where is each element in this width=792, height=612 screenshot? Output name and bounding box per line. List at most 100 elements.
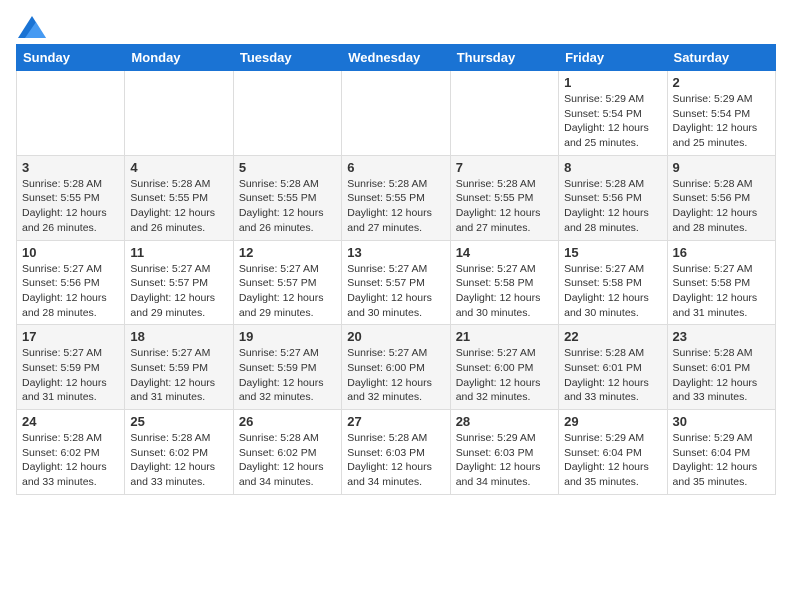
day-number: 26 [239, 414, 336, 429]
day-number: 2 [673, 75, 770, 90]
calendar-cell: 23 Sunrise: 5:28 AM Sunset: 6:01 PM Dayli… [667, 325, 775, 410]
day-info: Sunrise: 5:28 AM Sunset: 5:55 PM Dayligh… [347, 177, 444, 236]
day-number: 13 [347, 245, 444, 260]
weekday-header: Saturday [667, 45, 775, 71]
day-info: Sunrise: 5:27 AM Sunset: 6:00 PM Dayligh… [347, 346, 444, 405]
day-info: Sunrise: 5:29 AM Sunset: 6:04 PM Dayligh… [564, 431, 661, 490]
day-number: 30 [673, 414, 770, 429]
day-info: Sunrise: 5:28 AM Sunset: 5:55 PM Dayligh… [456, 177, 553, 236]
day-info: Sunrise: 5:28 AM Sunset: 5:55 PM Dayligh… [130, 177, 227, 236]
day-info: Sunrise: 5:28 AM Sunset: 5:55 PM Dayligh… [239, 177, 336, 236]
day-number: 19 [239, 329, 336, 344]
day-info: Sunrise: 5:28 AM Sunset: 6:03 PM Dayligh… [347, 431, 444, 490]
calendar-cell: 4 Sunrise: 5:28 AM Sunset: 5:55 PM Daylig… [125, 155, 233, 240]
day-number: 4 [130, 160, 227, 175]
day-info: Sunrise: 5:28 AM Sunset: 6:01 PM Dayligh… [673, 346, 770, 405]
calendar-cell: 21Sunrise: 5:27 AM Sunset: 6:00 PM Dayli… [450, 325, 558, 410]
calendar-cell: 22 Sunrise: 5:28 AM Sunset: 6:01 PM Dayli… [559, 325, 667, 410]
page-header [16, 16, 776, 34]
calendar-week-row: 24 Sunrise: 5:28 AM Sunset: 6:02 PM Dayli… [17, 410, 776, 495]
calendar-cell: 17 Sunrise: 5:27 AM Sunset: 5:59 PM Dayli… [17, 325, 125, 410]
calendar-table: SundayMondayTuesdayWednesdayThursdayFrid… [16, 44, 776, 495]
logo-icon [18, 16, 46, 38]
weekday-header: Friday [559, 45, 667, 71]
calendar-cell: 25 Sunrise: 5:28 AM Sunset: 6:02 PM Dayli… [125, 410, 233, 495]
day-number: 18 [130, 329, 227, 344]
day-number: 1 [564, 75, 661, 90]
day-number: 9 [673, 160, 770, 175]
day-info: Sunrise: 5:27 AM Sunset: 5:57 PM Dayligh… [239, 262, 336, 321]
day-number: 11 [130, 245, 227, 260]
day-number: 8 [564, 160, 661, 175]
calendar-header-row: SundayMondayTuesdayWednesdayThursdayFrid… [17, 45, 776, 71]
day-number: 25 [130, 414, 227, 429]
day-info: Sunrise: 5:28 AM Sunset: 5:56 PM Dayligh… [673, 177, 770, 236]
day-number: 17 [22, 329, 119, 344]
day-number: 12 [239, 245, 336, 260]
weekday-header: Monday [125, 45, 233, 71]
weekday-header: Thursday [450, 45, 558, 71]
calendar-cell: 9 Sunrise: 5:28 AM Sunset: 5:56 PM Daylig… [667, 155, 775, 240]
day-number: 28 [456, 414, 553, 429]
calendar-cell: 3 Sunrise: 5:28 AM Sunset: 5:55 PM Daylig… [17, 155, 125, 240]
calendar-cell [450, 71, 558, 156]
calendar-cell: 27Sunrise: 5:28 AM Sunset: 6:03 PM Dayli… [342, 410, 450, 495]
calendar-cell: 26 Sunrise: 5:28 AM Sunset: 6:02 PM Dayli… [233, 410, 341, 495]
calendar-cell: 8 Sunrise: 5:28 AM Sunset: 5:56 PM Daylig… [559, 155, 667, 240]
calendar-cell: 28 Sunrise: 5:29 AM Sunset: 6:03 PM Dayli… [450, 410, 558, 495]
day-info: Sunrise: 5:27 AM Sunset: 5:58 PM Dayligh… [673, 262, 770, 321]
day-info: Sunrise: 5:28 AM Sunset: 6:02 PM Dayligh… [130, 431, 227, 490]
calendar-cell: 2 Sunrise: 5:29 AM Sunset: 5:54 PM Daylig… [667, 71, 775, 156]
day-number: 20 [347, 329, 444, 344]
calendar-cell: 29 Sunrise: 5:29 AM Sunset: 6:04 PM Dayli… [559, 410, 667, 495]
day-info: Sunrise: 5:27 AM Sunset: 5:59 PM Dayligh… [22, 346, 119, 405]
day-info: Sunrise: 5:29 AM Sunset: 6:03 PM Dayligh… [456, 431, 553, 490]
day-number: 6 [347, 160, 444, 175]
day-info: Sunrise: 5:29 AM Sunset: 5:54 PM Dayligh… [564, 92, 661, 151]
weekday-header: Wednesday [342, 45, 450, 71]
calendar-cell: 12 Sunrise: 5:27 AM Sunset: 5:57 PM Dayli… [233, 240, 341, 325]
day-number: 3 [22, 160, 119, 175]
calendar-cell [125, 71, 233, 156]
calendar-cell: 19Sunrise: 5:27 AM Sunset: 5:59 PM Dayli… [233, 325, 341, 410]
day-number: 24 [22, 414, 119, 429]
logo [16, 16, 46, 34]
calendar-week-row: 17 Sunrise: 5:27 AM Sunset: 5:59 PM Dayli… [17, 325, 776, 410]
day-info: Sunrise: 5:29 AM Sunset: 6:04 PM Dayligh… [673, 431, 770, 490]
day-info: Sunrise: 5:28 AM Sunset: 6:02 PM Dayligh… [22, 431, 119, 490]
day-number: 23 [673, 329, 770, 344]
day-number: 22 [564, 329, 661, 344]
day-info: Sunrise: 5:29 AM Sunset: 5:54 PM Dayligh… [673, 92, 770, 151]
day-info: Sunrise: 5:28 AM Sunset: 5:55 PM Dayligh… [22, 177, 119, 236]
day-info: Sunrise: 5:28 AM Sunset: 6:02 PM Dayligh… [239, 431, 336, 490]
calendar-cell: 5Sunrise: 5:28 AM Sunset: 5:55 PM Daylig… [233, 155, 341, 240]
calendar-cell [233, 71, 341, 156]
weekday-header: Sunday [17, 45, 125, 71]
calendar-cell: 1 Sunrise: 5:29 AM Sunset: 5:54 PM Daylig… [559, 71, 667, 156]
day-number: 21 [456, 329, 553, 344]
day-number: 7 [456, 160, 553, 175]
calendar-cell: 15Sunrise: 5:27 AM Sunset: 5:58 PM Dayli… [559, 240, 667, 325]
calendar-week-row: 3 Sunrise: 5:28 AM Sunset: 5:55 PM Daylig… [17, 155, 776, 240]
calendar-cell: 14Sunrise: 5:27 AM Sunset: 5:58 PM Dayli… [450, 240, 558, 325]
day-info: Sunrise: 5:27 AM Sunset: 5:58 PM Dayligh… [564, 262, 661, 321]
calendar-cell: 7 Sunrise: 5:28 AM Sunset: 5:55 PM Daylig… [450, 155, 558, 240]
calendar-cell: 30 Sunrise: 5:29 AM Sunset: 6:04 PM Dayli… [667, 410, 775, 495]
calendar-week-row: 10Sunrise: 5:27 AM Sunset: 5:56 PM Dayli… [17, 240, 776, 325]
calendar-cell: 18 Sunrise: 5:27 AM Sunset: 5:59 PM Dayli… [125, 325, 233, 410]
day-number: 14 [456, 245, 553, 260]
weekday-header: Tuesday [233, 45, 341, 71]
day-info: Sunrise: 5:28 AM Sunset: 5:56 PM Dayligh… [564, 177, 661, 236]
calendar-cell: 24 Sunrise: 5:28 AM Sunset: 6:02 PM Dayli… [17, 410, 125, 495]
calendar-cell: 20 Sunrise: 5:27 AM Sunset: 6:00 PM Dayli… [342, 325, 450, 410]
calendar-cell [342, 71, 450, 156]
day-number: 29 [564, 414, 661, 429]
day-info: Sunrise: 5:27 AM Sunset: 5:57 PM Dayligh… [347, 262, 444, 321]
day-info: Sunrise: 5:27 AM Sunset: 5:57 PM Dayligh… [130, 262, 227, 321]
calendar-cell: 11 Sunrise: 5:27 AM Sunset: 5:57 PM Dayli… [125, 240, 233, 325]
calendar-cell: 10Sunrise: 5:27 AM Sunset: 5:56 PM Dayli… [17, 240, 125, 325]
calendar-cell: 13 Sunrise: 5:27 AM Sunset: 5:57 PM Dayli… [342, 240, 450, 325]
day-info: Sunrise: 5:28 AM Sunset: 6:01 PM Dayligh… [564, 346, 661, 405]
day-info: Sunrise: 5:27 AM Sunset: 5:59 PM Dayligh… [130, 346, 227, 405]
day-number: 16 [673, 245, 770, 260]
